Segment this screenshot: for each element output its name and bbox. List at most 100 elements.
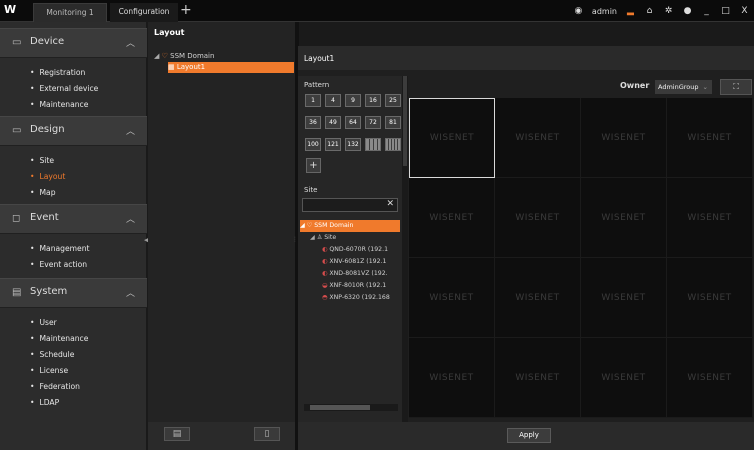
site-tree-domain[interactable]: ◢ ♡ SSM Domain [300, 220, 400, 232]
grid-cell[interactable]: WISENET [581, 258, 667, 338]
camera-item[interactable]: ◐ QND-6070R (192.1 [300, 244, 400, 256]
grid-cell[interactable]: WISENET [667, 178, 753, 258]
owner-label: Owner [620, 81, 650, 90]
pattern-4[interactable]: 4 [325, 94, 341, 107]
camera-item[interactable]: ◓ XNP-6320 (192.168 [300, 292, 400, 304]
close-icon[interactable]: X [739, 6, 750, 17]
delete-layout-button[interactable]: ▯ [254, 427, 280, 441]
tree-node-label: SSM Domain [170, 52, 215, 60]
grid-cell[interactable]: WISENET [667, 98, 753, 178]
sidebar-item-ldap[interactable]: LDAP [30, 398, 59, 407]
site-tree-scrollbar[interactable] [304, 404, 398, 411]
owner-select[interactable]: AdminGroup ⌄ [655, 80, 712, 94]
alarm-icon[interactable]: ▂ [625, 6, 636, 17]
pattern-121[interactable]: 121 [325, 138, 341, 151]
sidebar-item-license[interactable]: License [30, 366, 68, 375]
sidebar-item-layout[interactable]: Layout [30, 172, 65, 181]
sidebar-item-external-device[interactable]: External device [30, 84, 98, 93]
sidebar-item-event-action[interactable]: Event action [30, 260, 87, 269]
pattern-49[interactable]: 49 [325, 116, 341, 129]
chevron-up-icon[interactable]: ︿ [126, 124, 135, 137]
pattern-100[interactable]: 100 [305, 138, 321, 151]
add-pattern-button[interactable]: + [306, 158, 321, 173]
add-layout-button[interactable]: ▤ [164, 427, 190, 441]
tree-node-label: SSM Domain [314, 222, 354, 229]
grid-cell[interactable]: WISENET [581, 98, 667, 178]
apply-button[interactable]: Apply [507, 428, 551, 443]
lock-icon[interactable]: ⌂ [644, 6, 655, 17]
pattern-label: Pattern [304, 81, 330, 89]
camera-item[interactable]: ◐ XND-8081VZ (192. [300, 268, 400, 280]
pattern-72[interactable]: 72 [365, 116, 381, 129]
section-design[interactable]: ▭ Design ︿ [0, 116, 147, 146]
pattern-custom-2[interactable] [385, 138, 401, 151]
site-search-input[interactable]: ✕ [302, 198, 398, 212]
pattern-panel-scrollbar[interactable] [402, 76, 408, 422]
chevron-up-icon[interactable]: ︿ [126, 212, 135, 225]
section-device[interactable]: ▭ Device ︿ [0, 28, 147, 58]
sidebar-item-site[interactable]: Site [30, 156, 54, 165]
tree-node-layout1[interactable]: ▦ Layout1 [168, 62, 294, 73]
grid-cell[interactable]: WISENET [581, 178, 667, 258]
camera-item[interactable]: ◒ XNF-8010R (192.1 [300, 280, 400, 292]
minimize-icon[interactable]: _ [701, 6, 712, 17]
scrollbar-thumb[interactable] [403, 76, 407, 166]
grid-cell[interactable]: WISENET [409, 338, 495, 418]
grid-cell[interactable]: WISENET [409, 98, 495, 178]
scrollbar-thumb[interactable] [310, 405, 370, 410]
camera-label: XNF-8010R (192.1 [329, 282, 387, 289]
sidebar-item-map[interactable]: Map [30, 188, 55, 197]
sidebar-item-management[interactable]: Management [30, 244, 89, 253]
pattern-25[interactable]: 25 [385, 94, 401, 107]
chevron-down-icon: ⌄ [702, 83, 708, 91]
maximize-icon[interactable]: □ [720, 6, 731, 17]
section-title: Design [30, 124, 65, 135]
camera-label: XNP-6320 (192.168 [329, 294, 390, 301]
sidebar-item-federation[interactable]: Federation [30, 382, 79, 391]
section-event[interactable]: ◻ Event ︿ [0, 204, 147, 234]
fullscreen-button[interactable]: ⛶ [720, 79, 752, 95]
pattern-1[interactable]: 1 [305, 94, 321, 107]
grid-cell[interactable]: WISENET [581, 338, 667, 418]
pattern-16[interactable]: 16 [365, 94, 381, 107]
info-icon[interactable]: ● [682, 6, 693, 17]
gear-icon[interactable]: ✲ [663, 6, 674, 17]
camera-label: XNV-6081Z (192.1 [329, 258, 387, 265]
grid-cell[interactable]: WISENET [495, 98, 581, 178]
grid-cell[interactable]: WISENET [409, 178, 495, 258]
user-name[interactable]: admin [592, 7, 617, 16]
grid-cell[interactable]: WISENET [495, 258, 581, 338]
site-label: Site [304, 186, 318, 194]
pattern-81[interactable]: 81 [385, 116, 401, 129]
sidebar-item-schedule[interactable]: Schedule [30, 350, 74, 359]
sidebar-item-user[interactable]: User [30, 318, 56, 327]
tree-node-domain[interactable]: ◢ ♡ SSM Domain [154, 51, 294, 62]
section-system[interactable]: ▤ System ︿ [0, 278, 147, 308]
chevron-up-icon[interactable]: ︿ [126, 36, 135, 49]
layout-editor-header: Layout1 [298, 46, 754, 70]
tab-monitoring[interactable]: Monitoring 1 [33, 3, 107, 22]
pattern-132[interactable]: 132 [345, 138, 361, 151]
window-controls: ◉ admin ▂ ⌂ ✲ ● _ □ X [573, 4, 750, 18]
tab-configuration[interactable]: Configuration [110, 3, 178, 22]
site-tree-site[interactable]: ◢ ♙ Site [300, 232, 400, 244]
pattern-9[interactable]: 9 [345, 94, 361, 107]
chevron-up-icon[interactable]: ︿ [126, 286, 135, 299]
grid-cell[interactable]: WISENET [667, 338, 753, 418]
grid-cell[interactable]: WISENET [409, 258, 495, 338]
user-icon[interactable]: ◉ [573, 6, 584, 17]
pattern-custom-1[interactable] [365, 138, 381, 151]
tree-node-label: Layout1 [176, 63, 206, 71]
sidebar-item-registration[interactable]: Registration [30, 68, 85, 77]
camera-item[interactable]: ◐ XNV-6081Z (192.1 [300, 256, 400, 268]
pattern-36[interactable]: 36 [305, 116, 321, 129]
grid-cell[interactable]: WISENET [495, 338, 581, 418]
pattern-64[interactable]: 64 [345, 116, 361, 129]
sidebar-item-maintenance[interactable]: Maintenance [30, 334, 88, 343]
clear-search-icon[interactable]: ✕ [386, 199, 394, 209]
grid-cell[interactable]: WISENET [495, 178, 581, 258]
grid-cell[interactable]: WISENET [667, 258, 753, 338]
add-tab-button[interactable]: + [180, 2, 192, 18]
owner-value: AdminGroup [658, 83, 699, 91]
sidebar-item-maintenance[interactable]: Maintenance [30, 100, 88, 109]
